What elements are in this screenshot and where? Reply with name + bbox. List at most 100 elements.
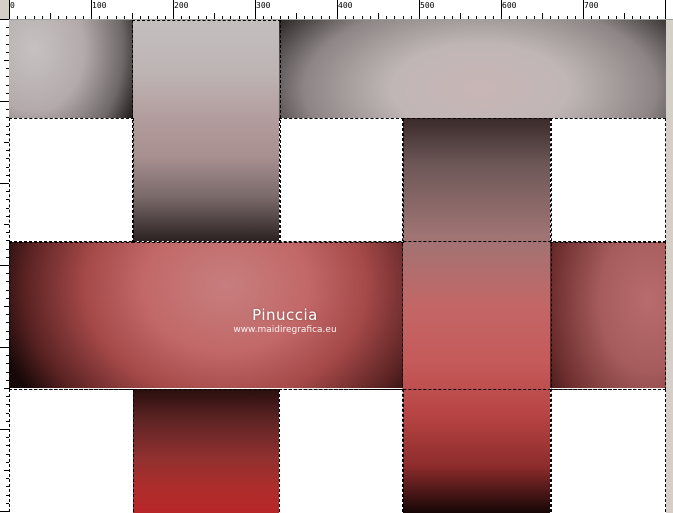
ruler-tick <box>288 16 289 19</box>
selection-marquee-3 <box>550 118 666 243</box>
ruler-tick <box>485 16 486 19</box>
ruler-tick <box>599 16 600 19</box>
ruler-tick <box>378 13 379 19</box>
ruler-tick <box>66 16 67 19</box>
ruler-tick <box>214 13 215 19</box>
ruler-tick <box>460 13 461 19</box>
ruler-tick <box>517 16 518 19</box>
ruler-tick <box>608 16 609 19</box>
ruler-tick <box>83 16 84 19</box>
ruler-tick <box>0 347 9 348</box>
ruler-tick <box>501 0 502 19</box>
ruler-tick <box>386 16 387 19</box>
ruler-tick <box>0 429 9 430</box>
ruler-tick <box>304 16 305 19</box>
ruler-tick <box>345 16 346 19</box>
ruler-tick <box>353 16 354 19</box>
ruler-label-700: 700 <box>584 1 599 10</box>
ruler-tick <box>591 16 592 19</box>
ruler-tick <box>403 16 404 19</box>
ruler-tick <box>124 16 125 19</box>
selection-marquee-5 <box>9 389 134 513</box>
ruler-tick <box>222 16 223 19</box>
ruler-tick <box>444 16 445 19</box>
ruler-tick <box>34 16 35 19</box>
ruler-tick <box>296 13 297 19</box>
ruler-tick <box>452 16 453 19</box>
right-edge-frame <box>666 20 673 513</box>
ruler-tick <box>329 16 330 19</box>
ruler-tick <box>542 13 543 19</box>
ruler-tick <box>616 16 617 19</box>
ruler-tick <box>181 16 182 19</box>
ruler-tick <box>25 16 26 19</box>
ruler-tick <box>116 16 117 19</box>
ruler-tick <box>640 16 641 19</box>
ruler-tick <box>419 0 420 19</box>
selection-marquee-2 <box>279 118 404 243</box>
horizontal-ruler: 0 100 200 300 400 500 600 700 <box>9 0 673 20</box>
ruler-tick <box>280 16 281 19</box>
ruler-tick <box>271 16 272 19</box>
ruler-label-100: 100 <box>92 1 107 10</box>
vertical-band-2 <box>403 118 550 513</box>
ruler-tick <box>665 0 666 19</box>
ruler-label-0: 0 <box>10 1 15 10</box>
ruler-corner <box>0 0 9 19</box>
grey-band-right-segment <box>279 20 666 118</box>
rose-band-left-segment <box>9 242 403 388</box>
ruler-tick <box>312 16 313 19</box>
ruler-tick <box>526 16 527 19</box>
ruler-tick <box>173 0 174 19</box>
ruler-tick <box>263 16 264 19</box>
ruler-tick <box>99 16 100 19</box>
ruler-tick <box>255 0 256 19</box>
vertical-band-1-lower <box>133 389 279 513</box>
ruler-tick <box>476 16 477 19</box>
ruler-tick <box>58 16 59 19</box>
ruler-tick <box>427 16 428 19</box>
ruler-tick <box>370 16 371 19</box>
selection-marquee-7 <box>550 389 666 513</box>
ruler-tick <box>206 16 207 19</box>
ruler-tick <box>435 16 436 19</box>
ruler-label-200: 200 <box>174 1 189 10</box>
ruler-tick <box>0 265 9 266</box>
ruler-tick <box>230 16 231 19</box>
vertical-band-1-upper <box>133 20 279 241</box>
ruler-tick <box>0 101 9 102</box>
ruler-tick <box>509 16 510 19</box>
ruler-tick <box>50 13 51 19</box>
ruler-tick <box>575 16 576 19</box>
ruler-label-300: 300 <box>256 1 271 10</box>
ruler-tick <box>550 16 551 19</box>
ruler-label-400: 400 <box>338 1 353 10</box>
ruler-tick <box>657 16 658 19</box>
ruler-tick <box>157 16 158 19</box>
ruler-tick <box>624 13 625 19</box>
ruler-tick <box>468 16 469 19</box>
ruler-tick <box>165 16 166 19</box>
ruler-tick <box>247 16 248 19</box>
rose-band-right-segment <box>550 242 666 388</box>
ruler-tick <box>140 16 141 19</box>
ruler-tick <box>493 16 494 19</box>
ruler-tick <box>75 16 76 19</box>
ruler-tick <box>394 16 395 19</box>
ruler-tick <box>534 16 535 19</box>
ruler-tick <box>649 16 650 19</box>
image-canvas[interactable]: Pinuccia www.maidiregrafica.eu <box>9 20 666 513</box>
ruler-tick <box>0 183 9 184</box>
ruler-tick <box>107 16 108 19</box>
ruler-label-600: 600 <box>502 1 517 10</box>
ruler-tick <box>132 13 133 19</box>
ruler-tick <box>362 16 363 19</box>
selection-marquee-6 <box>279 389 404 513</box>
ruler-tick <box>0 511 9 512</box>
grey-band-left-segment <box>9 20 133 118</box>
ruler-tick <box>198 16 199 19</box>
selection-marquee-1 <box>9 118 134 243</box>
ruler-tick <box>239 16 240 19</box>
ruler-tick <box>0 19 9 20</box>
ruler-tick <box>321 16 322 19</box>
